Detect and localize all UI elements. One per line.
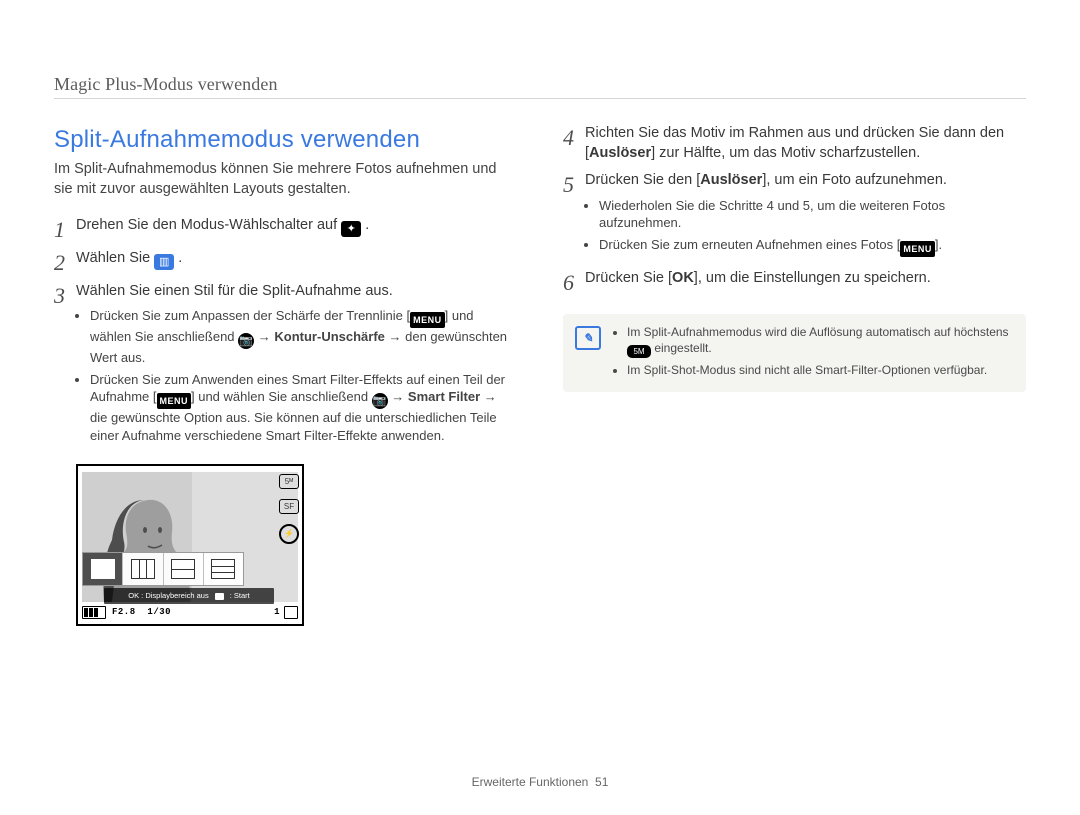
hint-text-left: OK : Displaybereich aus — [128, 591, 208, 601]
divider — [54, 98, 1026, 99]
shot-counter: 1 — [274, 606, 280, 618]
bullet-repeat: Wiederholen Sie die Schritte 4 und 5, um… — [599, 197, 1026, 232]
step-6-text-b: ], um die Einstellungen zu speichern. — [694, 270, 931, 286]
step-1: 1 Drehen Sie den Modus-Wählschalter auf … — [54, 216, 517, 241]
step-2: 2 Wählen Sie ▥ . — [54, 249, 517, 274]
right-column: 4 Richten Sie das Motiv im Rahmen aus un… — [563, 124, 1026, 745]
note-line-1: Im Split-Aufnahmemodus wird die Auflösun… — [627, 324, 1012, 358]
menu-icon: MENU — [900, 241, 935, 257]
shutter-speed: 1/30 — [147, 606, 171, 618]
footer-section: Erweiterte Funktionen — [472, 775, 589, 789]
shutter-label: Auslöser — [700, 172, 762, 188]
ok-label: OK — [672, 270, 694, 286]
left-column: Split-Aufnahmemodus verwenden Im Split-A… — [54, 124, 517, 745]
footer-page-number: 51 — [595, 775, 608, 789]
menu-icon: MENU — [410, 312, 445, 328]
bullet-retake: Drücken Sie zum erneuten Aufnehmen eines… — [599, 236, 1026, 257]
step-4-text-c: ] zur Hälfte, um das Motiv scharfzustell… — [651, 145, 920, 161]
hint-text-right: : Start — [230, 591, 250, 601]
step-5-bullets: Wiederholen Sie die Schritte 4 und 5, um… — [585, 197, 1026, 257]
step-6-text-a: Drücken Sie [ — [585, 270, 672, 286]
step-3-text: Wählen Sie einen Stil für die Split-Aufn… — [76, 282, 517, 302]
sf-icon: SF — [279, 499, 299, 514]
hint-bar: OK : Displaybereich aus : Start — [104, 588, 274, 604]
note-box: ✎ Im Split-Aufnahmemodus wird die Auflös… — [563, 314, 1026, 392]
step-2-text-pre: Wählen Sie — [76, 250, 154, 266]
battery-icon — [82, 606, 106, 619]
resolution-icon: 5ᴹ — [279, 474, 299, 489]
step-5-text-c: ], um ein Foto aufzunehmen. — [762, 172, 947, 188]
note-line-2: Im Split-Shot-Modus sind nicht alle Smar… — [627, 362, 1012, 378]
status-bar: F2.8 1/30 1 — [82, 604, 298, 620]
section-title: Split-Aufnahmemodus verwenden — [54, 124, 517, 156]
content-columns: Split-Aufnahmemodus verwenden Im Split-A… — [54, 124, 1026, 745]
storage-icon — [284, 606, 298, 619]
mode-dial-icon: ✦ — [341, 221, 361, 237]
step-number: 3 — [54, 282, 76, 307]
page-footer: Erweiterte Funktionen 51 — [0, 775, 1080, 789]
layout-option-3row — [204, 553, 243, 585]
step-3-bullets: Drücken Sie zum Anpassen der Schärfe der… — [76, 307, 517, 444]
step-5-text-a: Drücken Sie den [ — [585, 172, 700, 188]
step-2-text-post: . — [178, 250, 182, 266]
breadcrumb: Magic Plus-Modus verwenden — [54, 74, 278, 95]
note-icon: ✎ — [575, 326, 601, 350]
section-intro: Im Split-Aufnahmemodus können Sie mehrer… — [54, 160, 517, 199]
bullet-2: Drücken Sie zum Anwenden eines Smart Fil… — [90, 371, 517, 445]
step-number: 6 — [563, 269, 585, 294]
shutter-label: Auslöser — [589, 145, 651, 161]
layout-options-bar — [82, 552, 244, 586]
resolution-5m-icon: 5M — [627, 345, 651, 358]
camera-mini-icon — [215, 593, 224, 600]
camera-preview-illustration: 5ᴹ SF ⚡ OK : Displaybereich aus : Start — [76, 464, 304, 626]
step-5: 5 Drücken Sie den [Auslöser], um ein Fot… — [563, 171, 1026, 261]
live-view-side-icons: 5ᴹ SF ⚡ — [278, 474, 300, 544]
fnumber: F2.8 — [112, 606, 136, 618]
flash-icon: ⚡ — [279, 524, 299, 544]
bullet-1: Drücken Sie zum Anpassen der Schärfe der… — [90, 307, 517, 367]
manual-page: Magic Plus-Modus verwenden Split-Aufnahm… — [0, 0, 1080, 815]
layout-option-2row — [164, 553, 204, 585]
camera-icon: 📷 — [372, 393, 388, 409]
step-number: 4 — [563, 124, 585, 149]
step-6: 6 Drücken Sie [OK], um die Einstellungen… — [563, 269, 1026, 294]
step-4: 4 Richten Sie das Motiv im Rahmen aus un… — [563, 124, 1026, 163]
layout-option-2col — [83, 553, 123, 585]
step-1-text-post: . — [365, 217, 369, 233]
menu-icon: MENU — [157, 393, 192, 409]
camera-icon: 📷 — [238, 333, 254, 349]
layout-option-3col — [123, 553, 163, 585]
split-mode-icon: ▥ — [154, 254, 174, 270]
step-number: 1 — [54, 216, 76, 241]
step-number: 2 — [54, 249, 76, 274]
step-number: 5 — [563, 171, 585, 196]
step-3: 3 Wählen Sie einen Stil für die Split-Au… — [54, 282, 517, 449]
step-1-text-pre: Drehen Sie den Modus-Wählschalter auf — [76, 217, 341, 233]
